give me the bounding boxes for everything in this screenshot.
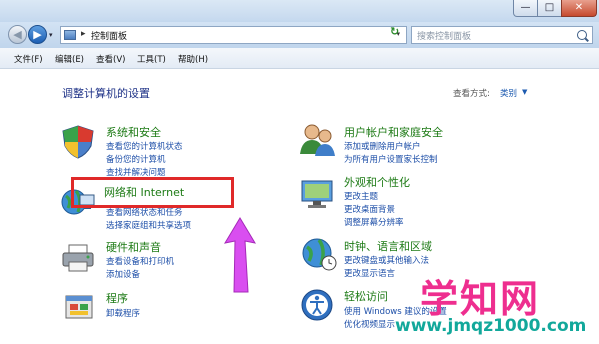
arrow-left-icon: ◀ <box>13 28 22 41</box>
link-add-device[interactable]: 添加设备 <box>106 268 140 280</box>
watermark-url: www.jmqz1000.com <box>395 316 587 336</box>
category-appearance[interactable]: 外观和个性化 <box>344 174 410 190</box>
globe-clock-icon[interactable] <box>300 236 338 272</box>
search-input[interactable]: 搜索控制面板 <box>411 26 593 44</box>
title-bar: — □ ✕ <box>0 0 599 22</box>
menu-file[interactable]: 文件(F) <box>14 53 43 65</box>
menu-view[interactable]: 查看(V) <box>96 53 125 65</box>
ease-of-access-icon[interactable] <box>300 288 334 322</box>
refresh-button[interactable]: ↻ <box>390 25 399 38</box>
page-title: 调整计算机的设置 <box>62 87 150 100</box>
minimize-button[interactable]: — <box>513 0 538 17</box>
address-bar[interactable]: ▸ 控制面板 ▾ <box>60 26 407 44</box>
recent-pages-dropdown[interactable]: ▾ <box>49 31 53 39</box>
printer-icon[interactable] <box>60 242 96 274</box>
category-ease-of-access[interactable]: 轻松访问 <box>344 288 388 304</box>
arrow-right-icon: ▶ <box>33 28 42 41</box>
forward-button[interactable]: ▶ <box>28 25 47 44</box>
menu-bar: 文件(F) 编辑(E) 查看(V) 工具(T) 帮助(H) <box>0 48 599 69</box>
link-change-display-language[interactable]: 更改显示语言 <box>344 267 395 279</box>
search-placeholder: 搜索控制面板 <box>417 32 472 42</box>
link-change-theme[interactable]: 更改主题 <box>344 190 378 202</box>
appearance-icon[interactable] <box>298 178 338 210</box>
link-homegroup-sharing[interactable]: 选择家庭组和共享选项 <box>106 219 191 231</box>
breadcrumb-separator[interactable]: ▸ <box>81 29 86 39</box>
menu-help[interactable]: 帮助(H) <box>178 53 208 65</box>
users-icon[interactable] <box>298 122 338 158</box>
back-button[interactable]: ◀ <box>8 25 27 44</box>
control-panel-icon <box>64 30 76 40</box>
menu-edit[interactable]: 编辑(E) <box>55 53 84 65</box>
search-icon[interactable] <box>577 30 587 40</box>
category-programs[interactable]: 程序 <box>106 290 128 306</box>
view-by-dropdown[interactable]: 类别 <box>500 87 517 99</box>
link-uninstall-program[interactable]: 卸载程序 <box>106 307 140 319</box>
link-optimize-visual-display[interactable]: 优化视频显示 <box>344 318 395 330</box>
pointer-arrow-icon <box>223 217 257 293</box>
category-clock-language-region[interactable]: 时钟、语言和区域 <box>344 238 432 254</box>
close-button[interactable]: ✕ <box>561 0 597 17</box>
shield-icon[interactable] <box>60 124 96 160</box>
watermark-brand: 学知网 <box>420 277 541 321</box>
maximize-button[interactable]: □ <box>537 0 562 17</box>
breadcrumb-control-panel[interactable]: 控制面板 <box>91 29 127 42</box>
link-change-input-method[interactable]: 更改键盘或其他输入法 <box>344 254 429 266</box>
link-change-background[interactable]: 更改桌面背景 <box>344 203 395 215</box>
chevron-down-icon[interactable]: ▼ <box>522 88 527 96</box>
link-devices-printers[interactable]: 查看设备和打印机 <box>106 255 174 267</box>
category-user-accounts[interactable]: 用户帐户和家庭安全 <box>344 124 443 140</box>
category-system-security[interactable]: 系统和安全 <box>106 124 161 140</box>
navigation-bar: ◀ ▶ ▾ ▸ 控制面板 ▾ ↻ 搜索控制面板 <box>0 22 599 48</box>
link-screen-resolution[interactable]: 调整屏幕分辨率 <box>344 216 404 228</box>
view-by-label: 查看方式: <box>453 89 490 99</box>
highlight-box <box>71 177 234 208</box>
menu-tools[interactable]: 工具(T) <box>137 53 166 65</box>
link-add-remove-accounts[interactable]: 添加或删除用户帐户 <box>344 140 421 152</box>
link-backup-computer[interactable]: 备份您的计算机 <box>106 153 166 165</box>
link-view-computer-status[interactable]: 查看您的计算机状态 <box>106 140 183 152</box>
category-hardware-sound[interactable]: 硬件和声音 <box>106 239 161 255</box>
control-panel-window: — □ ✕ ◀ ▶ ▾ ▸ 控制面板 ▾ ↻ 搜索控制面板 文件(F) 编辑(E… <box>0 0 599 344</box>
programs-icon[interactable] <box>62 290 96 322</box>
link-parental-controls[interactable]: 为所有用户设置家长控制 <box>344 153 438 165</box>
